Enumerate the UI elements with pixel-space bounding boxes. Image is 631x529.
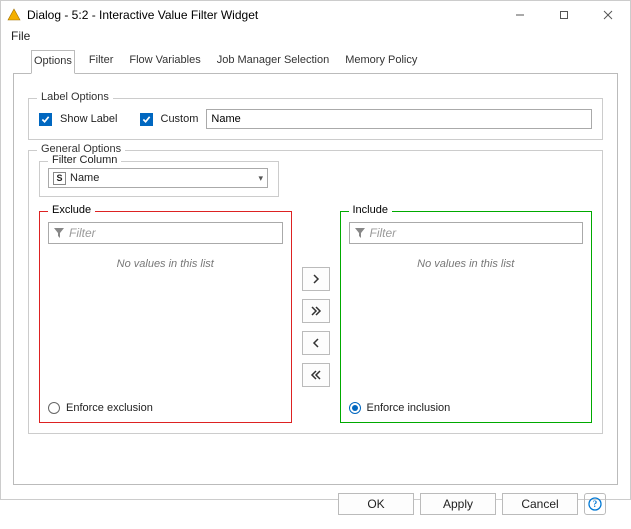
tab-memory-policy[interactable]: Memory Policy xyxy=(343,50,419,74)
ok-button[interactable]: OK xyxy=(338,493,414,515)
checkbox-show-label[interactable] xyxy=(39,113,52,126)
mover-buttons xyxy=(302,211,330,423)
apply-button[interactable]: Apply xyxy=(420,493,496,515)
chevron-double-left-icon xyxy=(310,370,322,380)
include-empty-message: No values in this list xyxy=(347,258,586,270)
tab-options[interactable]: Options xyxy=(31,50,75,74)
combo-filter-column[interactable]: S Name ▾ xyxy=(48,168,268,188)
menubar: File xyxy=(1,29,630,43)
close-button[interactable] xyxy=(586,1,630,29)
app-icon xyxy=(7,8,21,22)
group-general-options: General Options Filter Column S Name ▾ E… xyxy=(28,150,603,434)
cancel-button[interactable]: Cancel xyxy=(502,493,578,515)
chevron-double-right-icon xyxy=(310,306,322,316)
listbox-include-legend: Include xyxy=(349,204,392,216)
radio-enforce-inclusion[interactable] xyxy=(349,402,361,414)
tabstrip: Options Filter Flow Variables Job Manage… xyxy=(13,49,618,74)
svg-text:?: ? xyxy=(593,499,598,509)
label-custom: Custom xyxy=(161,113,199,125)
help-button[interactable]: ? xyxy=(584,493,606,515)
window-title: Dialog - 5:2 - Interactive Value Filter … xyxy=(27,8,498,22)
titlebar: Dialog - 5:2 - Interactive Value Filter … xyxy=(1,1,630,29)
filter-input-exclude[interactable]: Filter xyxy=(48,222,283,244)
label-show-label: Show Label xyxy=(60,113,118,125)
button-add-one[interactable] xyxy=(302,267,330,291)
listbox-exclude-legend: Exclude xyxy=(48,204,95,216)
maximize-button[interactable] xyxy=(542,1,586,29)
group-label-options: Label Options Show Label Custom xyxy=(28,98,603,140)
label-enforce-inclusion: Enforce inclusion xyxy=(367,402,451,414)
filter-input-exclude-placeholder: Filter xyxy=(69,226,96,240)
funnel-icon xyxy=(354,227,366,239)
button-add-all[interactable] xyxy=(302,299,330,323)
group-filter-column: Filter Column S Name ▾ xyxy=(39,161,279,197)
combo-filter-column-value: Name xyxy=(70,172,99,184)
listbox-exclude: Exclude Filter No values in this list En… xyxy=(39,211,292,423)
chevron-right-icon xyxy=(312,274,320,284)
help-icon: ? xyxy=(588,497,602,511)
tab-filter[interactable]: Filter xyxy=(87,50,115,74)
checkbox-custom[interactable] xyxy=(140,113,153,126)
group-filter-column-legend: Filter Column xyxy=(48,154,121,166)
button-remove-all[interactable] xyxy=(302,363,330,387)
tab-panel-options: Label Options Show Label Custom General … xyxy=(13,74,618,485)
chevron-down-icon: ▾ xyxy=(258,173,263,184)
tab-flow-variables[interactable]: Flow Variables xyxy=(127,50,202,74)
window-controls xyxy=(498,1,630,29)
radio-enforce-exclusion[interactable] xyxy=(48,402,60,414)
listbox-include: Include Filter No values in this list En… xyxy=(340,211,593,423)
funnel-icon xyxy=(53,227,65,239)
input-label-name[interactable] xyxy=(206,109,592,129)
minimize-button[interactable] xyxy=(498,1,542,29)
tab-job-manager-selection[interactable]: Job Manager Selection xyxy=(215,50,332,74)
exclude-empty-message: No values in this list xyxy=(46,258,285,270)
dialog-button-bar: OK Apply Cancel ? xyxy=(13,485,618,525)
group-label-options-legend: Label Options xyxy=(37,91,113,103)
filter-input-include[interactable]: Filter xyxy=(349,222,584,244)
button-remove-one[interactable] xyxy=(302,331,330,355)
string-type-icon: S xyxy=(53,172,66,185)
filter-input-include-placeholder: Filter xyxy=(370,226,397,240)
menu-file[interactable]: File xyxy=(7,29,34,43)
label-enforce-exclusion: Enforce exclusion xyxy=(66,402,153,414)
chevron-left-icon xyxy=(312,338,320,348)
